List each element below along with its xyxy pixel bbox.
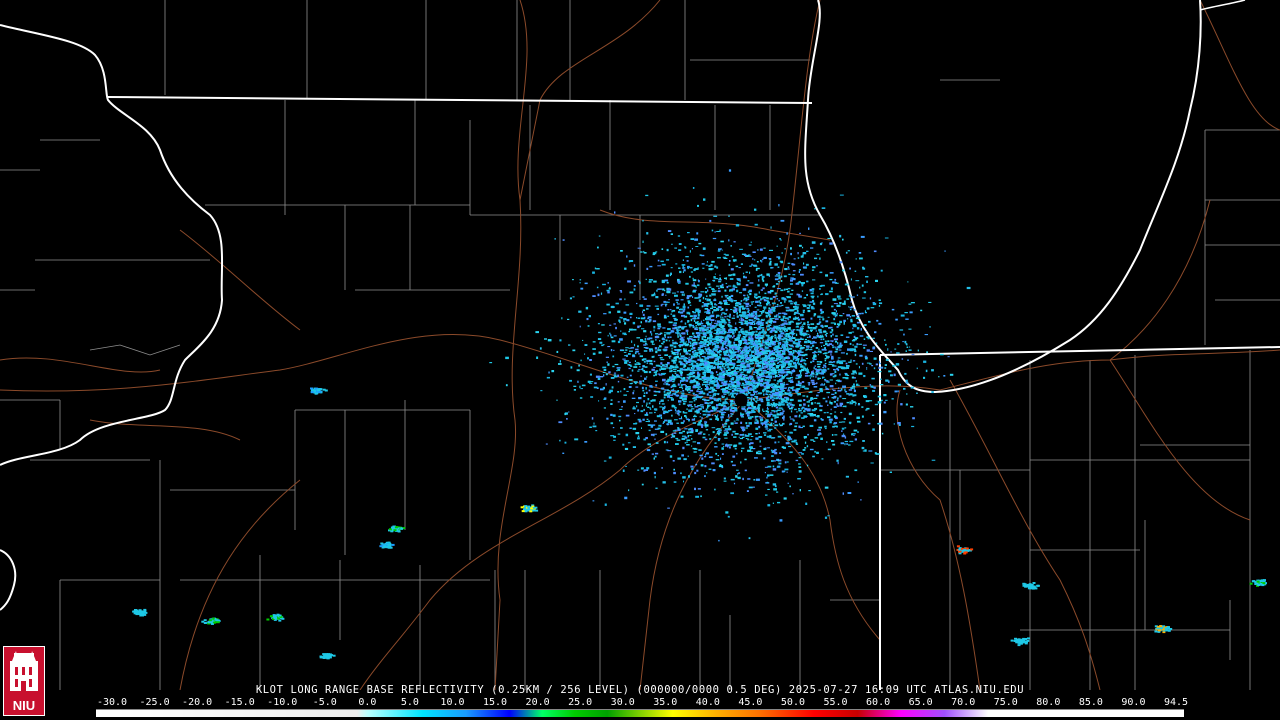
scale-label: 65.0 [908, 697, 933, 708]
scale-label: 40.0 [695, 697, 720, 708]
radar-map [0, 0, 1280, 690]
scale-label: 50.0 [780, 697, 805, 708]
product-caption: KLOT LONG RANGE BASE REFLECTIVITY (0.25K… [255, 684, 1025, 696]
scale-label: 85.0 [1078, 697, 1103, 708]
scale-label: 5.0 [400, 697, 419, 708]
scale-label: 0.0 [358, 697, 377, 708]
reflectivity-scale-labels: -30.0 -25.0 -20.0 -15.0 -10.0 -5.0 0.0 5.0 10.0 1… [0, 697, 1280, 709]
scale-label: 60.0 [866, 697, 891, 708]
scale-label: -5.0 [312, 697, 337, 708]
scale-label: 45.0 [738, 697, 763, 708]
shoreline-fragment [1199, 0, 1246, 11]
scale-label: -30.0 [96, 697, 128, 708]
scale-label: 25.0 [568, 697, 593, 708]
scale-label: -10.0 [267, 697, 298, 708]
scale-label: 75.0 [993, 697, 1018, 708]
scale-label: 55.0 [823, 697, 848, 708]
scale-label: 90.0 [1121, 697, 1146, 708]
county-borders [0, 0, 1280, 690]
scale-label: 35.0 [653, 697, 678, 708]
roads [0, 0, 1280, 690]
scale-label: 30.0 [610, 697, 635, 708]
scale-label: 15.0 [482, 697, 508, 708]
scale-label: 94.5 [1163, 697, 1189, 708]
university-tower-icon [10, 651, 38, 691]
scale-label: -25.0 [139, 697, 170, 708]
scale-label: 70.0 [951, 697, 976, 708]
scale-label: -15.0 [224, 697, 255, 708]
scale-label: -20.0 [182, 697, 213, 708]
niu-logo: NIU [3, 646, 45, 716]
lake-michigan-shoreline [804, 0, 1202, 394]
scale-label: 20.0 [525, 697, 550, 708]
scale-label: 10.0 [440, 697, 465, 708]
scale-label: 80.0 [1036, 697, 1061, 708]
logo-text: NIU [12, 698, 36, 713]
reflectivity-colorbar [96, 709, 1184, 717]
radar-site-dot-icon [734, 393, 748, 407]
radar-echoes [132, 169, 1267, 660]
state-borders [0, 24, 1280, 690]
